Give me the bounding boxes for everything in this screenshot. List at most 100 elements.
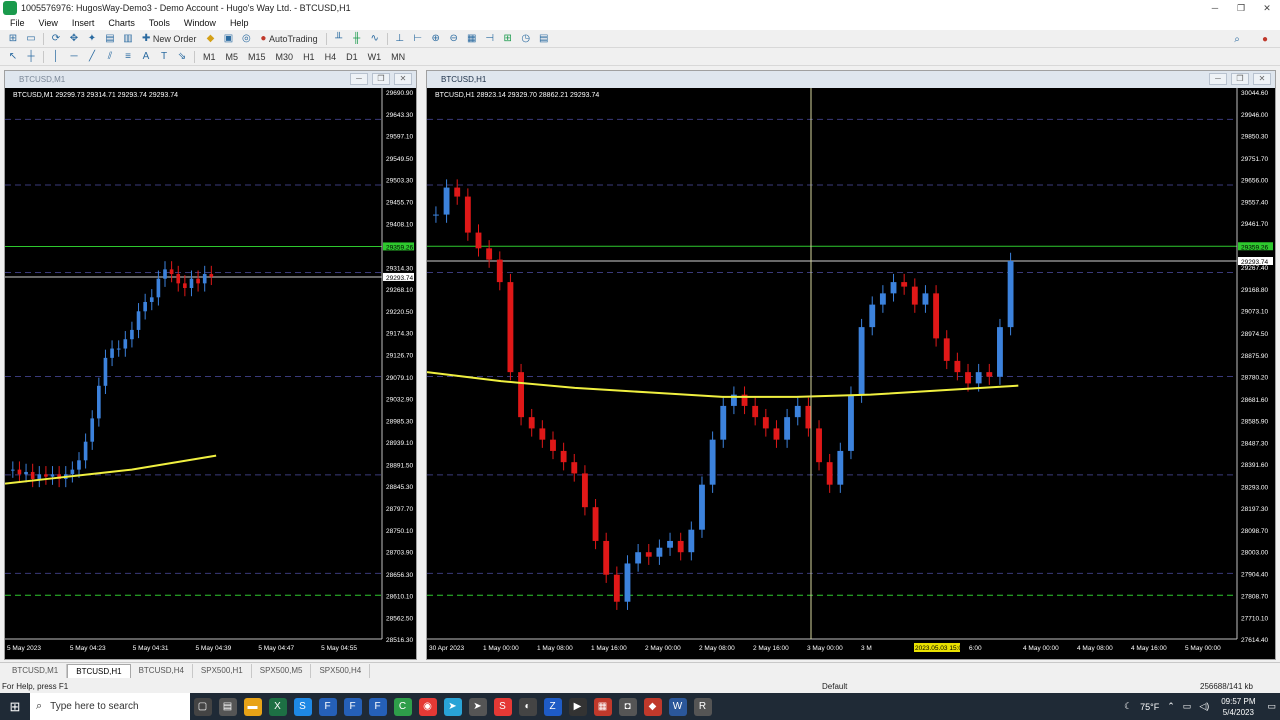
zoom-out-icon[interactable]: ⊖ [447,32,461,46]
profiles-icon[interactable]: ▭ [24,32,38,46]
chart-canvas-m1[interactable]: BTCUSD,M1 29299.73 29314.71 29293.74 292… [5,88,416,659]
timeframe-mn[interactable]: MN [388,50,408,64]
taskbar-clock[interactable]: 09:57 PM 5/4/2023 [1221,696,1255,718]
menu-file[interactable]: File [0,18,32,28]
volume-icon[interactable]: ◁) [1199,701,1209,712]
refresh-icon[interactable]: ⟳ [49,32,63,46]
market-watch-icon[interactable]: ✦ [85,32,99,46]
cursor-icon[interactable]: ↖ [6,50,20,64]
autoscroll-icon[interactable]: ⊢ [411,32,425,46]
taskbar-app-icon[interactable]: ▤ [218,697,237,716]
new-order-button[interactable]: ✚ New Order [139,32,199,46]
chart-maximize-button[interactable]: ❐ [372,73,390,85]
app-fx2-icon[interactable]: F [343,697,362,716]
app-c-icon[interactable]: C [393,697,412,716]
tab-spx500-h1[interactable]: SPX500,H1 [193,664,252,678]
media-player-icon[interactable]: ▶ [568,697,587,716]
text-icon[interactable]: A [139,50,153,64]
meta-editor-icon[interactable]: ◆ [203,32,217,46]
app-red-s-icon[interactable]: S [493,697,512,716]
notification-icon[interactable]: ● [1258,32,1272,46]
app-arrow-icon[interactable]: ➤ [468,697,487,716]
candlesticks-icon[interactable]: ╫ [350,32,364,46]
indicators-icon[interactable]: ⊞ [501,32,515,46]
telegram-icon[interactable]: ➤ [443,697,462,716]
taskbar-search-input[interactable]: ⌕ Type here to search [30,693,190,720]
network-icon[interactable]: ▭ [1183,701,1192,712]
text-label-icon[interactable]: T [157,50,171,64]
menu-tools[interactable]: Tools [142,18,177,28]
timeframe-h4[interactable]: H4 [322,50,340,64]
line-chart-icon[interactable]: ∿ [368,32,382,46]
channel-icon[interactable]: ⫽ [103,50,117,64]
tab-spx500-m5[interactable]: SPX500,M5 [252,664,312,678]
navigator-icon[interactable]: ✥ [67,32,81,46]
timeframe-m15[interactable]: M15 [245,50,269,64]
chart-canvas-h1[interactable]: BTCUSD,H1 28923.14 29329.70 28862.21 292… [427,88,1275,659]
app-red2-icon[interactable]: ◆ [643,697,662,716]
minimize-button[interactable]: ─ [1202,0,1228,16]
tile-windows-icon[interactable]: ▦ [465,32,479,46]
timeframe-m30[interactable]: M30 [273,50,297,64]
timeframe-m1[interactable]: M1 [200,50,219,64]
timeframe-h1[interactable]: H1 [300,50,318,64]
menu-insert[interactable]: Insert [65,18,102,28]
weather-temp[interactable]: 75°F [1140,702,1159,712]
horizontal-line-icon[interactable]: ─ [67,50,81,64]
close-button[interactable]: ✕ [1254,0,1280,16]
app-fx-icon[interactable]: F [318,697,337,716]
chart-close-button[interactable]: ✕ [1253,73,1271,85]
bar-chart-icon[interactable]: ╨ [332,32,346,46]
app-fx3-icon[interactable]: F [368,697,387,716]
restore-button[interactable]: ❐ [1228,0,1254,16]
zoom-in-icon[interactable]: ⊕ [429,32,443,46]
vertical-line-icon[interactable]: │ [49,50,63,64]
tab-spx500-h4[interactable]: SPX500,H4 [311,664,371,678]
periods-icon[interactable]: ◷ [519,32,533,46]
crosshair-icon[interactable]: ┼ [24,50,38,64]
chart-window-btcusd-m1[interactable]: BTCUSD,M1 ─ ❐ ✕ BTCUSD,M1 29299.73 29314… [4,70,417,660]
chart-minimize-button[interactable]: ─ [1209,73,1227,85]
menu-help[interactable]: Help [223,18,256,28]
timeframe-d1[interactable]: D1 [343,50,361,64]
app-s-icon[interactable]: S [293,697,312,716]
windows-start-icon[interactable]: ⊞ [0,693,30,720]
menu-window[interactable]: Window [177,18,223,28]
search-icon[interactable]: ⌕ [1230,32,1244,46]
app-red-icon[interactable]: ▦ [593,697,612,716]
word-icon[interactable]: W [668,697,687,716]
menu-charts[interactable]: Charts [101,18,142,28]
new-chart-icon[interactable]: ⊞ [6,32,20,46]
strategy-tester-icon[interactable]: ▣ [221,32,235,46]
auto-trading-button[interactable]: ● AutoTrading [257,32,320,46]
app-r-icon[interactable]: R [693,697,712,716]
terminal-icon[interactable]: ▥ [121,32,135,46]
tab-btcusd-m1[interactable]: BTCUSD,M1 [4,664,68,678]
period-separators-icon[interactable]: ⊣ [483,32,497,46]
timeframe-m5[interactable]: M5 [223,50,242,64]
arrows-icon[interactable]: ⇘ [175,50,189,64]
app-dark-icon[interactable]: ◐ [518,697,537,716]
zoom-app-icon[interactable]: Z [543,697,562,716]
notifications-icon[interactable]: ▭ [1267,701,1276,712]
camera-icon[interactable]: ◘ [618,697,637,716]
excel-icon[interactable]: X [268,697,287,716]
task-view-icon[interactable]: ▢ [193,697,212,716]
weather-icon[interactable]: ☾ [1124,701,1132,712]
chart-window-btcusd-h1[interactable]: BTCUSD,H1 ─ ❐ ✕ BTCUSD,H1 28923.14 29329… [426,70,1276,660]
options-icon[interactable]: ◎ [239,32,253,46]
chart-close-button[interactable]: ✕ [394,73,412,85]
tab-btcusd-h4[interactable]: BTCUSD,H4 [131,664,193,678]
chart-maximize-button[interactable]: ❐ [1231,73,1249,85]
chart-minimize-button[interactable]: ─ [350,73,368,85]
timeframe-w1[interactable]: W1 [365,50,385,64]
chart-shift-icon[interactable]: ⊥ [393,32,407,46]
data-window-icon[interactable]: ▤ [103,32,117,46]
trendline-icon[interactable]: ╱ [85,50,99,64]
chrome-icon[interactable]: ◉ [418,697,437,716]
menu-view[interactable]: View [32,18,65,28]
templates-icon[interactable]: ▤ [537,32,551,46]
file-explorer-icon[interactable]: ▬ [243,697,262,716]
tray-chevron-icon[interactable]: ⌃ [1167,701,1175,712]
tab-btcusd-h1[interactable]: BTCUSD,H1 [67,664,131,678]
